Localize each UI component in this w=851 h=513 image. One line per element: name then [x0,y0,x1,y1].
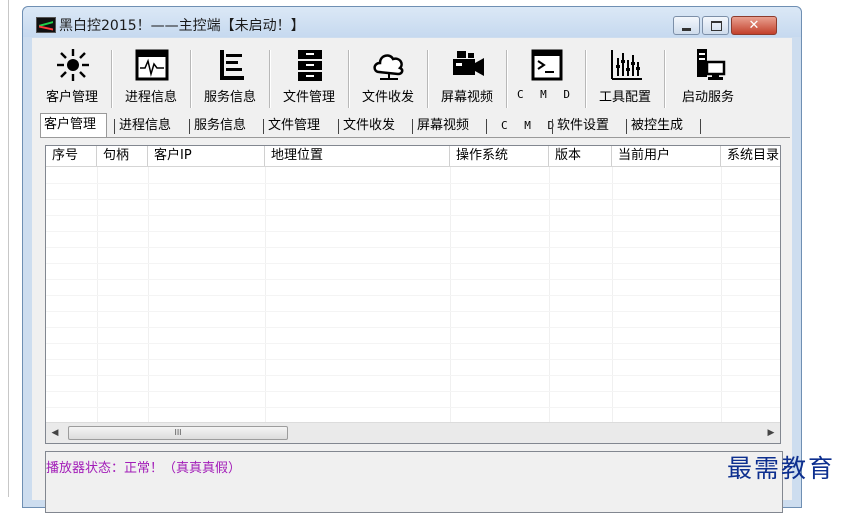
tab-divider [263,119,264,134]
player-status-text: 播放器状态：正常！（真真真假） [46,461,242,476]
grid-line [46,215,780,216]
scroll-left-icon[interactable]: ◀ [46,423,64,443]
toolbar-label: 启动服务 [681,90,734,105]
title-bar[interactable]: 黑白控2015！——主控端【未启动！】 ✕ [23,7,801,37]
list-body [46,167,780,423]
column-header-system-dir[interactable]: 系统目录 [721,146,780,166]
close-icon: ✕ [748,18,760,33]
close-button[interactable]: ✕ [731,16,777,35]
grid-line [46,359,780,360]
tab-screen-video[interactable]: 屏幕视频 [414,116,472,135]
tab-build-client[interactable]: 被控生成 [628,116,686,135]
scroll-thumb[interactable]: III [68,426,288,440]
tab-divider [700,119,701,134]
grid-line [46,375,780,376]
grid-line [46,407,780,408]
tab-client-manage[interactable]: 客户管理 [40,113,107,137]
grid-line [46,247,780,248]
sun-icon [57,49,89,81]
toolbar-label: 进程信息 [124,90,177,105]
cloud-icon [373,54,404,80]
grid-line [46,199,780,200]
grid-line [46,391,780,392]
toolbar-label: C M D [516,88,576,101]
column-header-index[interactable]: 序号 [46,146,97,166]
scroll-right-icon[interactable]: ▶ [762,423,780,443]
toolbar-client-manage-button[interactable]: 客户管理 [34,44,110,110]
file-cabinet-icon [298,50,322,81]
equalizer-icon [611,50,642,80]
watermark-logo: 最需教育 [727,454,836,483]
toolbar: 客户管理 进程信息 服务信息 文件管理 文件收发 屏幕视频 C M D 工具配置… [32,44,792,112]
column-header-location[interactable]: 地理位置 [265,146,450,166]
video-camera-icon [453,51,484,76]
status-panel: 播放器状态：正常！（真真真假） [45,451,783,513]
main-window: 黑白控2015！——主控端【未启动！】 ✕ 客户管理 进程信息 服务信息 文件管… [22,6,802,513]
toolbar-process-info-button[interactable]: 进程信息 [113,44,189,110]
grid-line [46,183,780,184]
client-list[interactable]: 序号 句柄 客户IP 地理位置 操作系统 版本 当前用户 系统目录 ◀ III … [45,145,781,444]
toolbar-label: 工具配置 [598,90,651,105]
grid-line [46,295,780,296]
toolbar-label: 文件管理 [282,90,335,105]
client-area: 客户管理 进程信息 服务信息 文件管理 文件收发 屏幕视频 C M D 工具配置… [32,38,792,513]
server-computer-icon [697,49,726,80]
tab-strip: 客户管理 进程信息 服务信息 文件管理 文件收发 屏幕视频 C M D 软件设置… [40,113,790,138]
app-logo-icon [36,17,56,33]
column-header-version[interactable]: 版本 [549,146,612,166]
toolbar-tool-config-button[interactable]: 工具配置 [587,44,663,110]
tab-divider [114,119,115,134]
toolbar-service-info-button[interactable]: 服务信息 [192,44,268,110]
horizontal-scrollbar[interactable]: ◀ III ▶ [46,422,780,443]
minimize-icon [682,28,691,31]
toolbar-label: 客户管理 [45,90,98,105]
grid-line [46,327,780,328]
tab-service-info[interactable]: 服务信息 [191,116,249,135]
tab-software-settings[interactable]: 软件设置 [554,116,612,135]
tab-divider [412,119,413,134]
grid-line [46,279,780,280]
tab-divider [486,119,487,134]
toolbar-cmd-button[interactable]: C M D [508,44,584,110]
service-list-icon [220,50,244,80]
toolbar-label: 文件收发 [361,90,414,105]
column-header-current-user[interactable]: 当前用户 [612,146,721,166]
toolbar-label: 屏幕视频 [440,90,493,105]
minimize-button[interactable] [673,16,700,35]
toolbar-start-service-button[interactable]: 启动服务 [670,44,746,110]
window-title: 黑白控2015！——主控端【未启动！】 [59,18,305,34]
maximize-icon [711,21,722,31]
toolbar-separator [664,50,666,108]
terminal-icon [531,49,563,81]
column-header-client-ip[interactable]: 客户IP [148,146,265,166]
tab-divider [338,119,339,134]
process-monitor-icon [135,49,169,81]
tab-divider [189,119,190,134]
grid-line [46,263,780,264]
column-header-os[interactable]: 操作系统 [450,146,549,166]
maximize-button[interactable] [702,16,729,35]
toolbar-screen-video-button[interactable]: 屏幕视频 [429,44,505,110]
tab-process-info[interactable]: 进程信息 [116,116,174,135]
grid-line [46,343,780,344]
tab-divider [552,119,553,134]
grid-line [46,311,780,312]
tab-file-manage[interactable]: 文件管理 [265,116,323,135]
tab-divider [626,119,627,134]
column-header-handle[interactable]: 句柄 [97,146,148,166]
grid-line [46,231,780,232]
toolbar-file-transfer-button[interactable]: 文件收发 [350,44,426,110]
page-left-border [8,0,9,497]
toolbar-file-manage-button[interactable]: 文件管理 [271,44,347,110]
tab-file-transfer[interactable]: 文件收发 [340,116,398,135]
list-header: 序号 句柄 客户IP 地理位置 操作系统 版本 当前用户 系统目录 [46,146,780,167]
toolbar-label: 服务信息 [203,90,256,105]
